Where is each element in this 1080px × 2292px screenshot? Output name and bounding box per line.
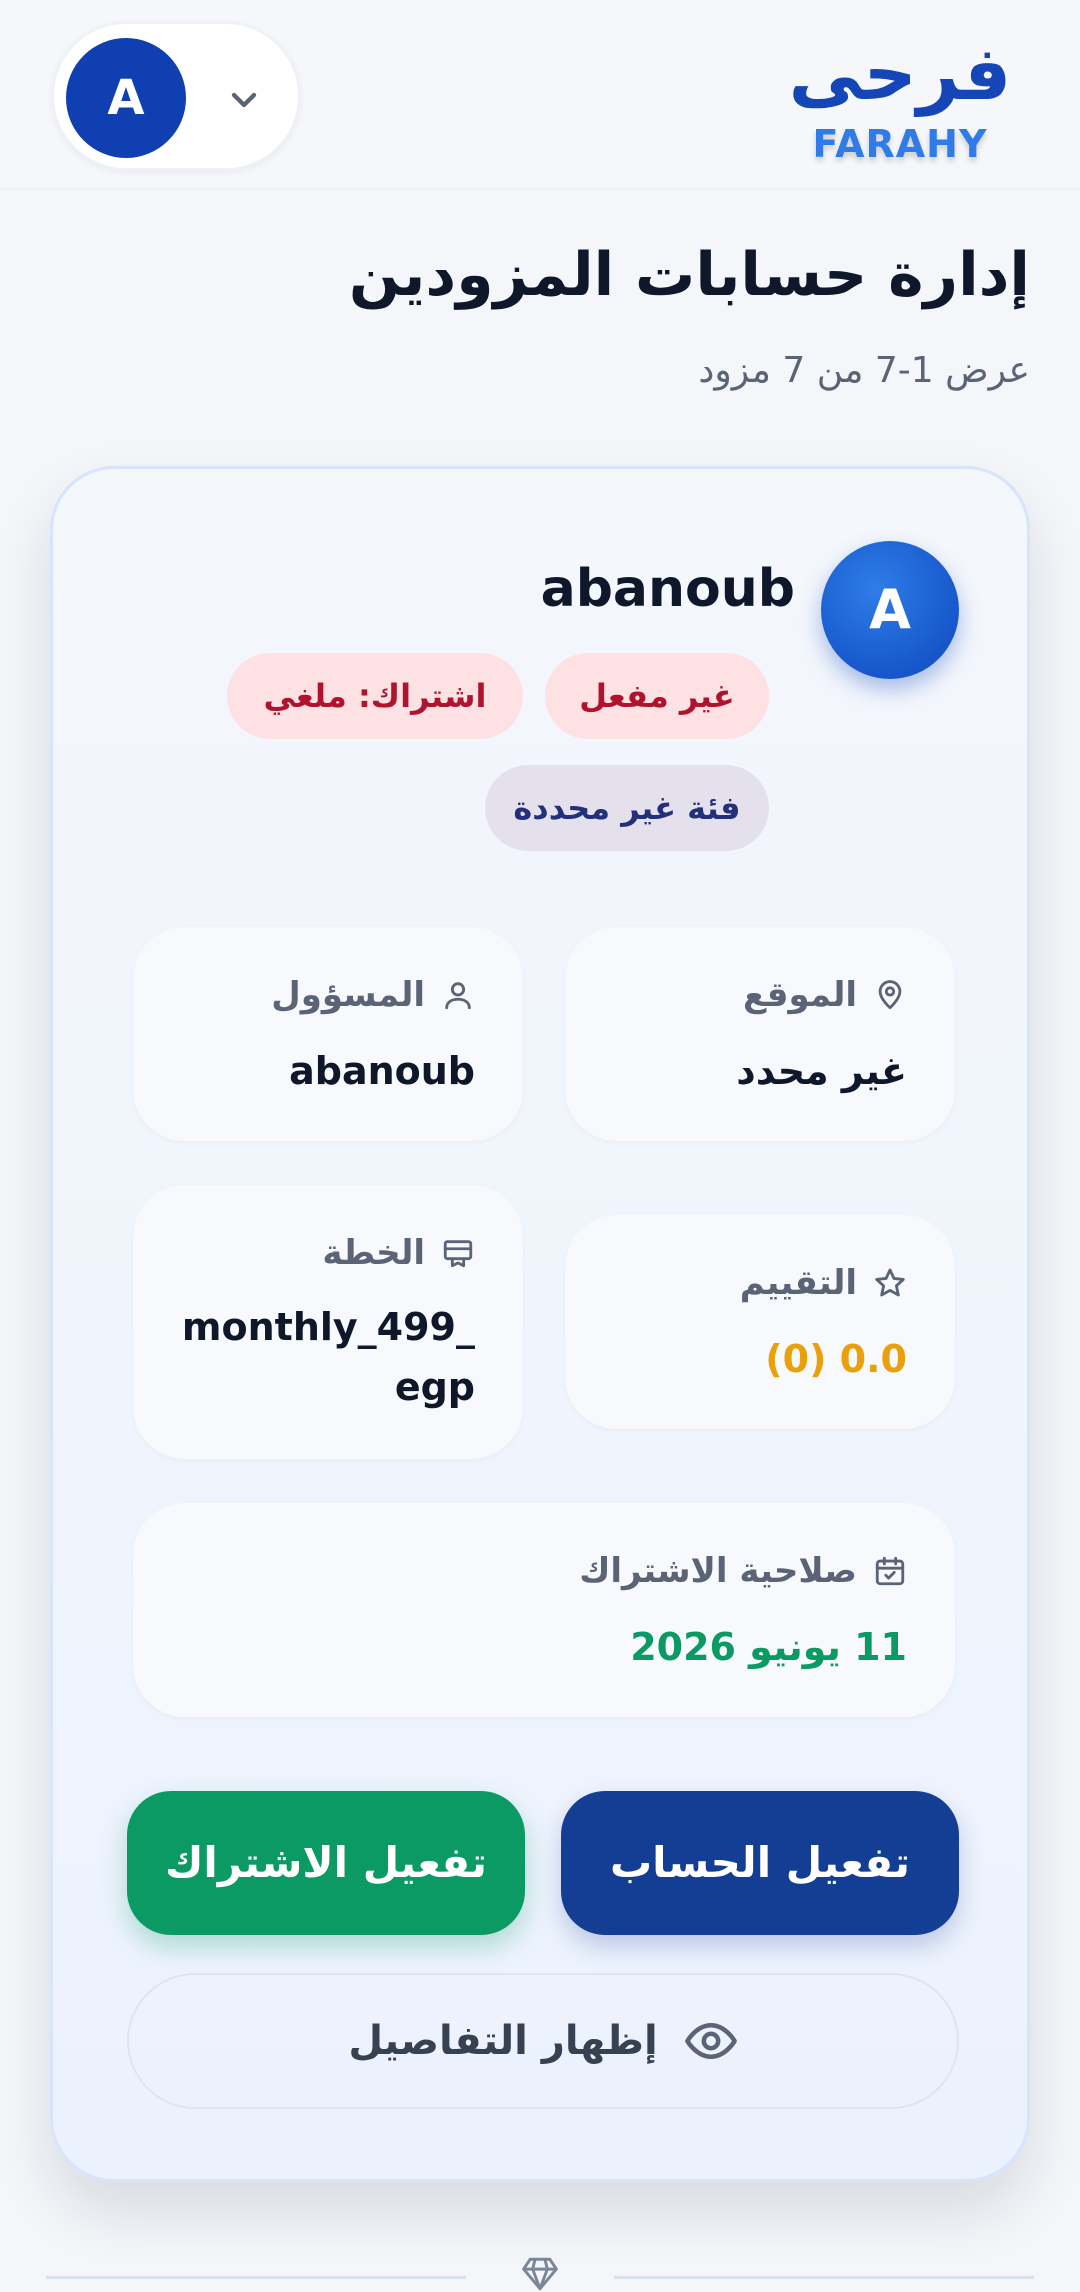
activate-account-button[interactable]: تفعيل الحساب: [561, 1791, 959, 1935]
brand-logo[interactable]: فرحى FARAHY: [770, 26, 1030, 176]
status-badge: غير مفعل: [545, 653, 769, 739]
location-label: الموقع: [742, 975, 857, 1015]
brand-name-english: FARAHY: [812, 122, 988, 166]
map-pin-icon: [878, 980, 902, 1010]
user-avatar: A: [66, 38, 186, 158]
plan-info: الخطة monthly_499_ egp: [133, 1185, 523, 1459]
owner-value: abanoub: [289, 1049, 475, 1093]
activate-subscription-button[interactable]: تفعيل الاشتراك: [127, 1791, 525, 1935]
rating-value: 0.0 (0): [765, 1337, 907, 1381]
divider-line-left: [46, 2276, 466, 2279]
expiry-value: 11 يونيو 2026: [630, 1625, 907, 1669]
plan-label-row: الخطة: [322, 1233, 475, 1273]
expiry-label: صلاحية الاشتراك: [579, 1551, 857, 1591]
provider-name: abanoub: [540, 559, 795, 619]
calendar-check-icon: [875, 1556, 905, 1586]
diamond-icon: [522, 2257, 558, 2291]
show-details-button[interactable]: إظهار التفاصيل: [127, 1973, 959, 2109]
owner-label-row: المسؤول: [271, 975, 475, 1015]
provider-card: A abanoub غير مفعل اشتراك: ملغي فئة غير …: [50, 466, 1030, 2182]
page-title: إدارة حسابات المزودين: [348, 240, 1030, 310]
subscription-expiry-info: صلاحية الاشتراك 11 يونيو 2026: [133, 1503, 955, 1717]
owner-label: المسؤول: [271, 975, 425, 1015]
divider-line-right: [614, 2276, 1034, 2279]
expiry-label-row: صلاحية الاشتراك: [579, 1551, 907, 1591]
category-badge: فئة غير محددة: [485, 765, 769, 851]
plan-card-icon: [443, 1240, 473, 1268]
results-count: عرض 1-7 من 7 مزود: [698, 350, 1030, 391]
app-header: فرحى FARAHY A: [0, 0, 1080, 190]
rating-info: التقييم 0.0 (0): [565, 1215, 955, 1429]
footer-divider: [46, 2256, 1034, 2292]
owner-info: المسؤول abanoub: [133, 927, 523, 1141]
location-label-row: الموقع: [743, 975, 907, 1015]
user-menu-button[interactable]: A: [52, 22, 300, 170]
plan-label: الخطة: [322, 1233, 425, 1273]
provider-avatar: A: [821, 541, 959, 679]
location-value: غير محدد: [736, 1049, 907, 1093]
chevron-down-icon: [231, 92, 257, 108]
plan-value-line-2: egp: [394, 1365, 475, 1409]
star-icon: [875, 1268, 905, 1297]
rating-label: التقييم: [739, 1263, 857, 1303]
page: فرحى FARAHY A إدارة حسابات المزودين عرض …: [0, 0, 1080, 2292]
location-info: الموقع غير محدد: [565, 927, 955, 1141]
plan-value-line-1: monthly_499_: [181, 1305, 475, 1349]
brand-name-arabic: فرحى: [788, 31, 1012, 117]
rating-label-row: التقييم: [740, 1263, 907, 1303]
user-icon: [445, 982, 471, 1010]
eye-icon: [684, 2023, 737, 2059]
subscription-badge: اشتراك: ملغي: [227, 653, 523, 739]
show-details-label: إظهار التفاصيل: [348, 2018, 658, 2064]
